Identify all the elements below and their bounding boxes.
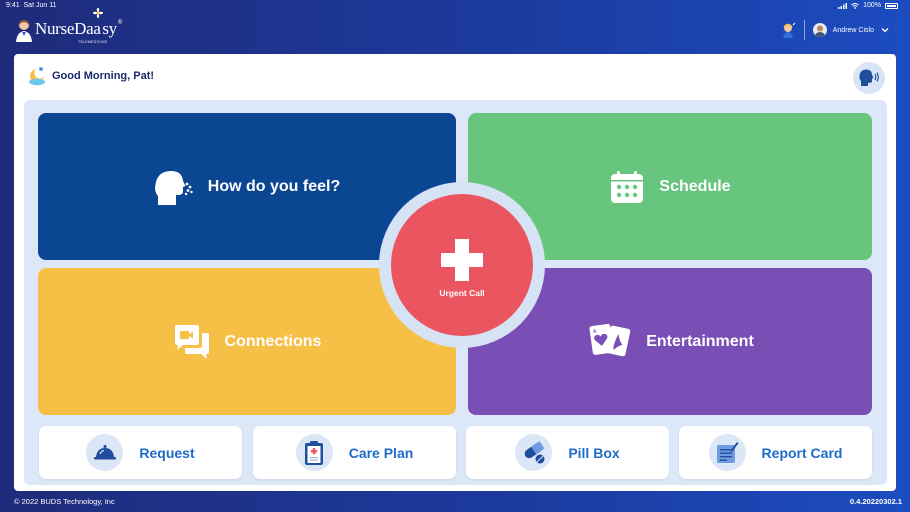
brand-tagline: TELEMEDICINE [78, 40, 108, 44]
pill-box-button[interactable]: Pill Box [466, 426, 669, 479]
urgent-call-label: Urgent Call [439, 288, 485, 298]
voice-assistant-button[interactable] [853, 62, 885, 94]
playing-cards-icon: A [586, 322, 632, 362]
schedule-label: Schedule [659, 177, 731, 195]
request-label: Request [139, 444, 195, 461]
request-button[interactable]: Request [39, 426, 242, 479]
app-logo: NurseDa a sy ® TELEMEDICINE [14, 8, 123, 44]
battery-percent: 100% [863, 2, 881, 9]
header-user-area: Andrew Cislo [780, 20, 890, 40]
service-bell-icon [86, 434, 124, 471]
nurse-assistant-icon[interactable] [780, 22, 796, 38]
daisy-icon [93, 8, 104, 18]
report-card-button[interactable]: Report Card [679, 426, 872, 479]
report-card-label: Report Card [761, 444, 843, 461]
dashboard-area: How do you feel? Schedule Connections A … [24, 100, 887, 485]
user-name[interactable]: Andrew Cislo [833, 27, 874, 34]
urgent-call-ring: Urgent Call [379, 182, 545, 348]
chevron-down-icon[interactable] [880, 26, 890, 34]
copyright-text: © 2022 BUDS Technology, Inc [14, 497, 115, 506]
registered-mark: ® [117, 20, 123, 26]
calendar-icon [609, 169, 645, 205]
care-plan-button[interactable]: Care Plan [253, 426, 456, 479]
main-panel: Good Morning, Pat! How do you feel? Sche… [14, 54, 896, 491]
footer: © 2022 BUDS Technology, Inc 0.4.20220302… [14, 497, 902, 506]
sneeze-icon [154, 167, 194, 207]
pill-box-label: Pill Box [568, 444, 620, 461]
morning-weather-icon [29, 67, 45, 86]
battery-icon [885, 2, 898, 9]
plus-cross-icon [441, 239, 483, 281]
how-do-you-feel-label: How do you feel? [207, 177, 341, 195]
care-plan-label: Care Plan [348, 444, 414, 461]
clipboard-icon [295, 434, 333, 471]
version-text: 0.4.20220302.1 [849, 497, 902, 506]
greeting: Good Morning, Pat! [27, 66, 154, 86]
chat-video-icon [173, 324, 211, 360]
entertainment-label: Entertainment [646, 332, 754, 350]
status-date: Sat Jun 11 [23, 2, 57, 9]
signal-icon [838, 2, 848, 9]
urgent-call-button[interactable]: Urgent Call [391, 194, 533, 336]
report-icon [708, 434, 746, 471]
status-indicators: 100% [838, 2, 898, 9]
connections-label: Connections [224, 332, 322, 350]
brand-name: NurseDa a sy [35, 8, 117, 40]
status-bar: 9:41 Sat Jun 11 100% [0, 0, 910, 12]
status-time-date: 9:41 Sat Jun 11 [6, 2, 56, 9]
nurse-logo-icon [16, 20, 32, 42]
header-divider [803, 20, 805, 40]
avatar[interactable] [812, 23, 827, 37]
speaking-head-icon [859, 69, 879, 86]
pill-icon [515, 434, 553, 471]
wifi-icon [851, 2, 859, 9]
greeting-text: Good Morning, Pat! [52, 70, 155, 82]
status-time: 9:41 [6, 2, 20, 9]
